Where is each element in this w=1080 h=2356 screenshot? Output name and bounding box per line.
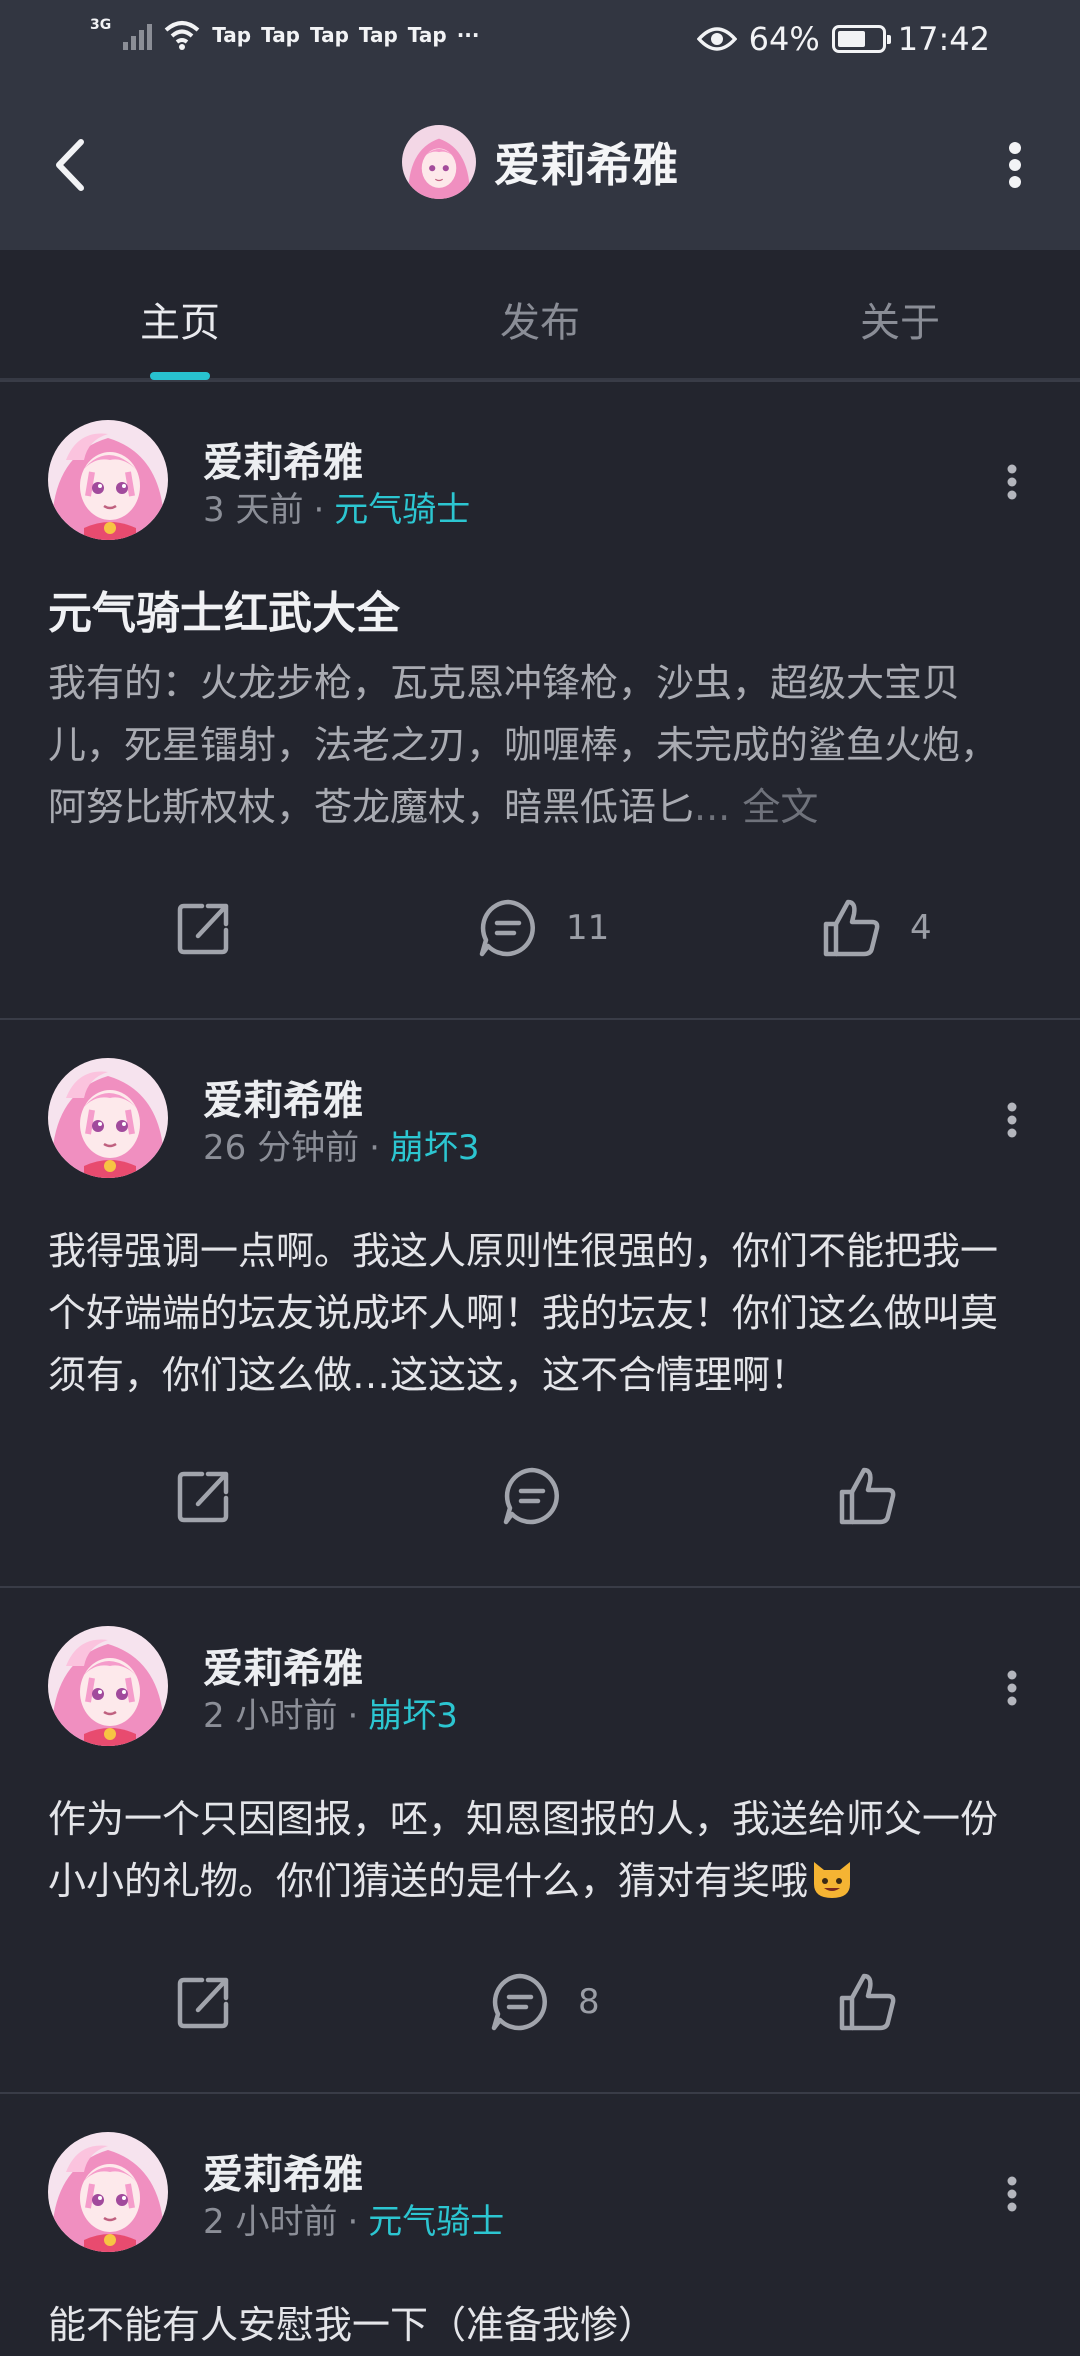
- tab-home[interactable]: 主页: [80, 290, 280, 348]
- author-avatar[interactable]: [48, 1058, 168, 1178]
- header-avatar: [402, 125, 476, 199]
- author-name[interactable]: 爱莉希雅: [203, 2142, 363, 2200]
- author-avatar[interactable]: [48, 1626, 168, 1746]
- share-icon: [172, 1970, 236, 2034]
- wifi-icon: [164, 21, 200, 50]
- post-more-button[interactable]: [992, 442, 1032, 522]
- notification-app: Tap: [310, 23, 349, 47]
- meta-separator: ·: [347, 2202, 359, 2242]
- header-more-button[interactable]: [990, 130, 1040, 200]
- post-body: 作为一个只因图报，呸，知恩图报的人，我送给师父一份小小的礼物。你们猜送的是什么，…: [48, 1788, 1032, 1912]
- comment-count: 8: [578, 1982, 600, 2022]
- author-name[interactable]: 爱莉希雅: [203, 1636, 363, 1694]
- author-avatar[interactable]: [48, 2132, 168, 2252]
- share-icon: [172, 1464, 236, 1528]
- post-card[interactable]: 爱莉希雅 3 天前 · 元气骑士 元气骑士红武大全 我有的：火龙步枪，瓦克恩冲锋枪，…: [0, 380, 1080, 1018]
- post-card[interactable]: 爱莉希雅 2 小时前 · 崩坏3 作为一个只因图报，呸，知恩图报的人，我送给师父一份…: [0, 1586, 1080, 2092]
- battery-fill: [837, 31, 865, 47]
- comment-icon: [488, 1970, 552, 2034]
- like-count: 4: [910, 908, 932, 948]
- post-actions: [48, 1406, 1032, 1586]
- share-button[interactable]: [172, 838, 236, 1018]
- author-name[interactable]: 爱莉希雅: [203, 430, 363, 488]
- read-more-link[interactable]: 全文: [742, 785, 818, 829]
- more-vertical-icon: [1007, 2176, 1017, 2212]
- post-body-text: 我有的：火龙步枪，瓦克恩冲锋枪，沙虫，超级大宝贝儿，死星镭射，法老之刃，咖喱棒，…: [48, 661, 999, 829]
- post-time: 2 小时前: [203, 1696, 338, 1736]
- post-body: 我有的：火龙步枪，瓦克恩冲锋枪，沙虫，超级大宝贝儿，死星镭射，法老之刃，咖喱棒，…: [48, 652, 1032, 838]
- post-meta: 3 天前 · 元气骑士: [203, 482, 470, 531]
- meta-separator: ·: [347, 1696, 359, 1736]
- more-vertical-icon: [1007, 464, 1017, 500]
- like-button[interactable]: [836, 1406, 926, 1586]
- post-card[interactable]: 爱莉希雅 26 分钟前 · 崩坏3 我得强调一点啊。我这人原则性很强的，你们不能把我…: [0, 1018, 1080, 1586]
- post-meta: 2 小时前 · 崩坏3: [203, 1688, 458, 1737]
- notification-app: Tap: [358, 23, 398, 47]
- meta-separator: ·: [313, 490, 325, 530]
- post-more-button[interactable]: [992, 1648, 1032, 1728]
- like-button[interactable]: [836, 1912, 926, 2092]
- thumbs-up-icon: [836, 1464, 900, 1528]
- status-bar: 3G Tap Tap Tap Tap Tap ··· 64% 17:42: [0, 0, 1080, 80]
- post-body: 能不能有人安慰我一下（准备我惨）: [48, 2303, 657, 2347]
- share-icon: [172, 896, 236, 960]
- post-actions: 8: [48, 1912, 1032, 2092]
- notification-app: Tap: [407, 23, 447, 47]
- notification-apps: Tap Tap Tap Tap Tap ···: [212, 23, 479, 47]
- post-more-button[interactable]: [992, 1080, 1032, 1160]
- post-meta: 26 分钟前 · 崩坏3: [203, 1120, 480, 1169]
- notification-app: Tap: [261, 23, 301, 47]
- header-title: 爱莉希雅: [494, 138, 678, 192]
- battery-percent: 64%: [748, 20, 820, 58]
- signal-icon: [123, 20, 153, 50]
- author-avatar[interactable]: [48, 420, 168, 540]
- post-tag[interactable]: 崩坏3: [390, 1128, 480, 1168]
- more-vertical-icon: [1007, 1670, 1017, 1706]
- post-actions: 11 4: [48, 838, 1032, 1018]
- post-time: 26 分钟前: [203, 1128, 360, 1168]
- author-name[interactable]: 爱莉希雅: [203, 1068, 363, 1126]
- notification-more: ···: [456, 23, 480, 47]
- post-time: 2 小时前: [203, 2202, 338, 2242]
- like-button[interactable]: 4: [820, 838, 932, 1018]
- eye-icon: [696, 27, 737, 51]
- post-body: 我得强调一点啊。我这人原则性很强的，你们不能把我一个好端端的坛友说成坏人啊！我的…: [48, 1229, 999, 1397]
- tab-posts[interactable]: 发布: [440, 290, 640, 348]
- comment-button[interactable]: 11: [476, 838, 609, 1018]
- post-tag[interactable]: 元气骑士: [368, 2202, 504, 2242]
- app-header: 爱莉希雅: [0, 80, 1080, 250]
- post-feed: 爱莉希雅 3 天前 · 元气骑士 元气骑士红武大全 我有的：火龙步枪，瓦克恩冲锋枪，…: [0, 380, 1080, 2356]
- grinning-cat-emoji-icon: [814, 1862, 851, 1898]
- clock: 17:42: [897, 20, 990, 58]
- comment-icon: [500, 1464, 564, 1528]
- share-button[interactable]: [172, 1406, 236, 1586]
- battery-icon: [831, 25, 891, 53]
- post-ellipsis: ...: [694, 785, 731, 829]
- post-time: 3 天前: [203, 490, 304, 530]
- post-card[interactable]: 爱莉希雅 2 小时前 · 元气骑士 能不能有人安慰我一下（准备我惨）: [0, 2092, 1080, 2356]
- tab-active-indicator: [150, 372, 210, 380]
- more-vertical-icon: [1007, 1102, 1017, 1138]
- post-more-button[interactable]: [992, 2154, 1032, 2234]
- comment-button[interactable]: [500, 1406, 590, 1586]
- comment-icon: [476, 896, 540, 960]
- post-title: 元气骑士红武大全: [48, 588, 400, 639]
- post-meta: 2 小时前 · 元气骑士: [203, 2194, 504, 2243]
- share-button[interactable]: [172, 1912, 236, 2092]
- network-type: 3G: [90, 17, 112, 33]
- post-tag[interactable]: 元气骑士: [334, 490, 470, 530]
- more-vertical-icon: [1009, 142, 1021, 188]
- post-tag[interactable]: 崩坏3: [368, 1696, 458, 1736]
- tab-bar: 主页 发布 关于: [0, 250, 1080, 380]
- comment-count: 11: [566, 908, 610, 948]
- thumbs-up-icon: [836, 1970, 900, 2034]
- tab-about[interactable]: 关于: [800, 290, 1000, 348]
- comment-button[interactable]: 8: [488, 1912, 600, 2092]
- notification-app: Tap: [212, 23, 252, 47]
- thumbs-up-icon: [820, 896, 884, 960]
- meta-separator: ·: [369, 1128, 380, 1168]
